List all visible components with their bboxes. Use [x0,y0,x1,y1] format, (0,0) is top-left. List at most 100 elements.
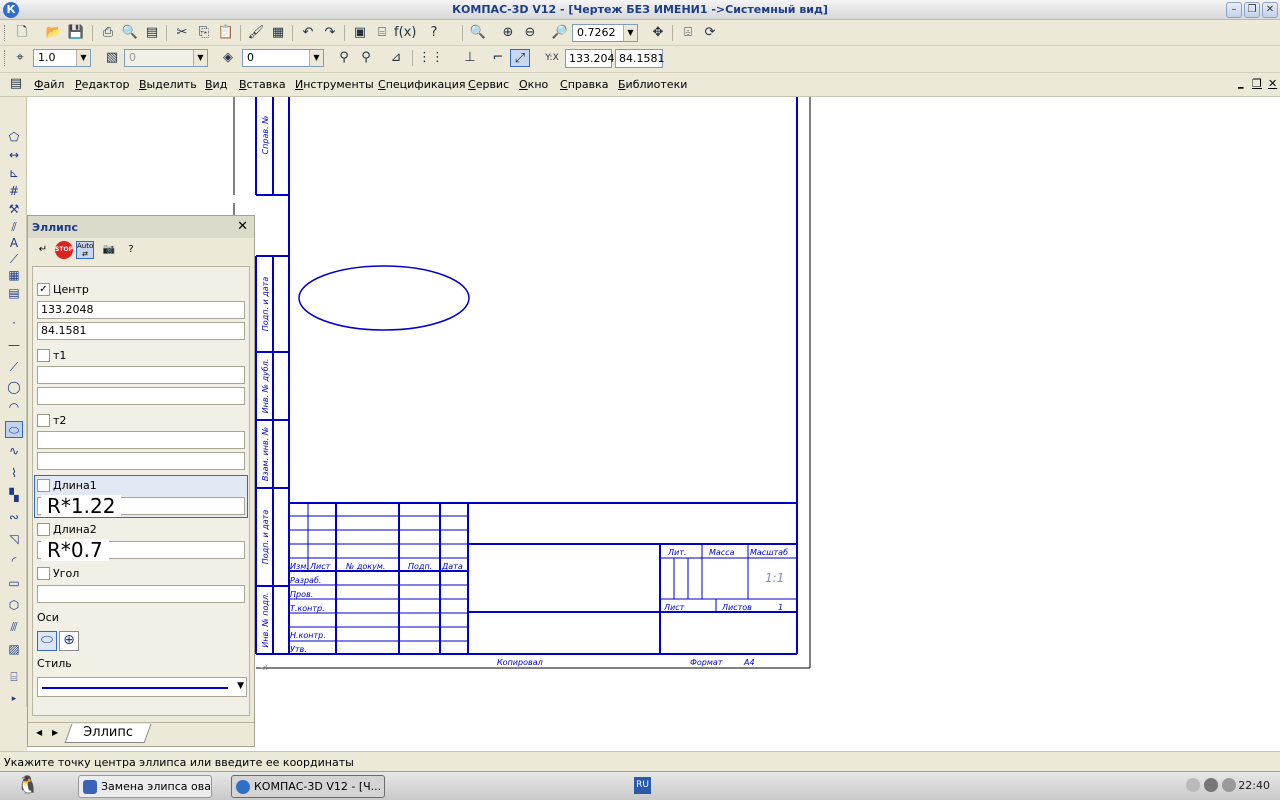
chevron-down-icon[interactable]: ▼ [237,681,244,691]
step-icon[interactable]: ⌖ [10,49,30,67]
regenerate-icon[interactable]: ⌹ [678,24,698,42]
document-icon[interactable]: ▤ [6,75,26,93]
reports-icon[interactable]: ▤ [5,285,23,302]
ellipse-shape[interactable] [298,265,470,331]
refresh-icon[interactable]: ⟳ [700,24,720,42]
zoom-window-icon[interactable]: 🔍 [468,24,488,42]
zoom-combo[interactable]: 0.7262 ▼ [572,24,638,42]
t1-x-input[interactable] [37,366,245,384]
menu-window[interactable]: Окно [519,78,548,91]
t1-y-input[interactable] [37,387,245,405]
point-icon[interactable]: · [5,315,23,332]
cursor-coords-icon[interactable]: ⤢ [510,49,530,67]
volume-icon[interactable] [1222,778,1236,792]
print-preview-icon[interactable]: 🔍 [120,24,140,42]
snap-local-icon[interactable]: ⚲ [356,49,376,67]
cut-icon[interactable]: ✂ [172,24,192,42]
circle-icon[interactable]: ◯ [5,379,23,396]
with-axes-icon[interactable]: ⊕ [59,631,79,651]
round-icon[interactable]: ⌐ [488,49,508,67]
menu-service[interactable]: Сервис [468,78,509,91]
menu-edit[interactable]: Редактор [75,78,130,91]
pan-icon[interactable]: ✥ [648,24,668,42]
polyline-icon[interactable]: ⌇ [5,465,23,482]
t2-checkbox[interactable] [37,414,50,427]
menu-specification[interactable]: Спецификация [378,78,465,91]
language-indicator[interactable]: RU [634,777,651,794]
manager-icon[interactable]: ▣ [350,24,370,42]
t1-checkbox[interactable] [37,349,50,362]
tab-scroll-left-icon[interactable]: ◀ [36,728,42,737]
stop-icon[interactable]: STOP [55,241,73,259]
properties-icon[interactable]: ▦ [268,24,288,42]
rectangle-icon[interactable]: ▭ [5,575,23,592]
parametrization-icon[interactable]: ⚒ [5,201,23,218]
menu-libraries[interactable]: Библиотеки [618,78,687,91]
auto-create-icon[interactable]: Auto ⇄ [76,241,94,259]
scroll-down-icon[interactable]: ▸ [5,691,23,708]
length2-checkbox[interactable] [37,523,50,536]
variables-icon[interactable]: ⌸ [372,24,392,42]
center-checkbox[interactable]: ✓ [37,283,50,296]
remember-state-icon[interactable]: 📷 [100,241,118,259]
open-icon[interactable]: 📂 [44,24,64,42]
copy-icon[interactable]: ⎘ [194,24,214,42]
spec-icon[interactable]: ▦ [5,267,23,284]
menu-insert[interactable]: Вставка [239,78,286,91]
t2-y-input[interactable] [37,452,245,470]
coord-x-field[interactable]: 133.204 [565,49,615,68]
fill-icon[interactable]: ▨ [5,641,23,658]
chevron-down-icon[interactable]: ▼ [76,50,90,66]
zoom-in-icon[interactable]: ⊕ [498,24,518,42]
undo-icon[interactable]: ↶ [298,24,318,42]
associative-views-icon[interactable]: ⟋ [5,251,23,268]
chevron-down-icon[interactable]: ▼ [623,25,637,41]
ellipse-icon[interactable]: ⬭ [5,421,23,438]
menu-tools[interactable]: Инструменты [295,78,374,91]
angle-input[interactable] [37,585,245,603]
task-button-kompas[interactable]: КОМПАС-3D V12 - [Ч... [231,775,385,798]
function-icon[interactable]: f(x) [394,24,416,42]
step-combo[interactable]: 1.0 ▼ [33,49,91,67]
tab-scroll-right-icon[interactable]: ▶ [52,728,58,737]
spline-icon[interactable]: ∿ [5,443,23,460]
bezier-icon[interactable]: ∾ [5,509,23,526]
print-icon[interactable]: ⎙ [98,24,118,42]
snap-icon[interactable]: ⚲ [334,49,354,67]
help-icon[interactable]: ? [122,241,140,259]
doc-close-button[interactable]: ✕ [1268,77,1277,90]
restore-button[interactable]: ❐ [1244,2,1260,18]
geometry-icon[interactable]: ⬠ [5,129,23,146]
close-icon[interactable]: ✕ [237,219,248,234]
chevron-down-icon[interactable]: ▼ [309,50,323,66]
dimensions-icon[interactable]: ↔ [5,147,23,164]
enter-icon[interactable]: ↵ [34,241,52,259]
fillet-icon[interactable]: ◜ [5,553,23,570]
polygon-icon[interactable]: ⬡ [5,597,23,614]
redo-icon[interactable]: ↷ [320,24,340,42]
ortho-icon[interactable]: ⊿ [386,49,406,67]
toolbar-grip[interactable] [4,50,7,66]
close-button[interactable]: ✕ [1262,2,1278,18]
save-icon[interactable]: 💾 [66,24,86,42]
arc-icon[interactable]: ◠ [5,399,23,416]
zoom-scale-icon[interactable]: 🔎 [550,24,570,42]
doc-minimize-button[interactable]: _ [1238,76,1244,89]
minimize-button[interactable]: – [1226,2,1242,18]
task-button-word[interactable]: Замена элипса ова... [78,775,212,798]
style-layer-combo[interactable]: 0 ▼ [242,49,324,67]
t2-x-input[interactable] [37,431,245,449]
page-setup-icon[interactable]: ▤ [142,24,162,42]
new-document-icon[interactable]: 🗋 [12,24,32,42]
menu-help[interactable]: Справка [560,78,608,91]
menu-file[interactable]: Файл [34,78,64,91]
measure-icon[interactable]: ⫽ [5,219,23,236]
help-icon[interactable]: ? [424,24,444,42]
tab-ellipse[interactable]: Эллипс [64,724,152,743]
angle-checkbox[interactable] [37,567,50,580]
chamfer-icon[interactable]: ◹ [5,531,23,548]
paste-icon[interactable]: 📋 [216,24,236,42]
tray-app-icon[interactable] [1204,778,1218,792]
center-y-input[interactable]: 84.1581 [37,322,245,340]
hatch-icon[interactable]: ▚ [5,487,23,504]
